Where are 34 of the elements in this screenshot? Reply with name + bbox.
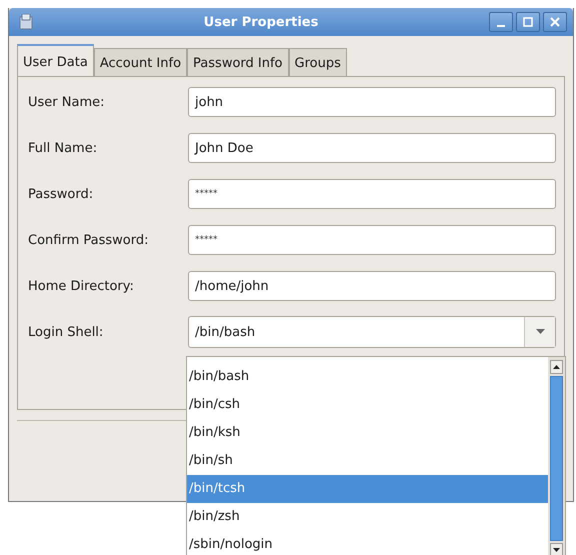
tab[interactable]: Groups	[288, 48, 347, 76]
password-field[interactable]: *****	[188, 225, 556, 255]
login-shell-combo[interactable]: /bin/bash	[188, 316, 556, 348]
scroll-down-icon[interactable]	[550, 543, 563, 555]
scroll-thumb[interactable]	[550, 376, 563, 541]
maximize-button[interactable]	[516, 12, 540, 32]
caret-icon	[536, 329, 544, 335]
dropdown-item[interactable]: /bin/zsh	[187, 503, 548, 531]
minimize-button[interactable]	[489, 12, 513, 32]
window-title: User Properties	[202, 14, 320, 30]
field-label: Login Shell:	[28, 324, 104, 340]
maximize-icon	[522, 16, 534, 28]
input-field[interactable]: /home/john	[188, 271, 556, 301]
password-field[interactable]: *****	[188, 179, 556, 209]
close-icon	[549, 16, 561, 28]
field-label: User Name:	[28, 94, 106, 110]
scroll-up-icon[interactable]	[550, 360, 563, 374]
field-label: Full Name:	[28, 140, 98, 156]
close-button[interactable]	[543, 12, 567, 32]
tab[interactable]: Password Info	[187, 48, 289, 76]
dropdown-item[interactable]: /sbin/nologin	[187, 531, 548, 555]
input-field[interactable]: John Doe	[188, 133, 556, 163]
field-label: Home Directory:	[28, 278, 135, 294]
field-label: Confirm Password:	[28, 232, 150, 248]
field-label: Password:	[28, 186, 94, 202]
tab[interactable]: User Data	[17, 44, 94, 76]
dropdown-item[interactable]: /bin/csh	[187, 391, 548, 419]
scrollbar[interactable]	[548, 357, 565, 555]
tab[interactable]: Account Info	[94, 48, 188, 76]
input-field[interactable]: john	[188, 87, 556, 117]
dropdown-item[interactable]: /bin/sh	[187, 447, 548, 475]
minimize-icon	[497, 25, 505, 27]
dropdown-item[interactable]: /bin/bash	[187, 363, 548, 391]
dropdown-item[interactable]: /bin/ksh	[187, 419, 548, 447]
